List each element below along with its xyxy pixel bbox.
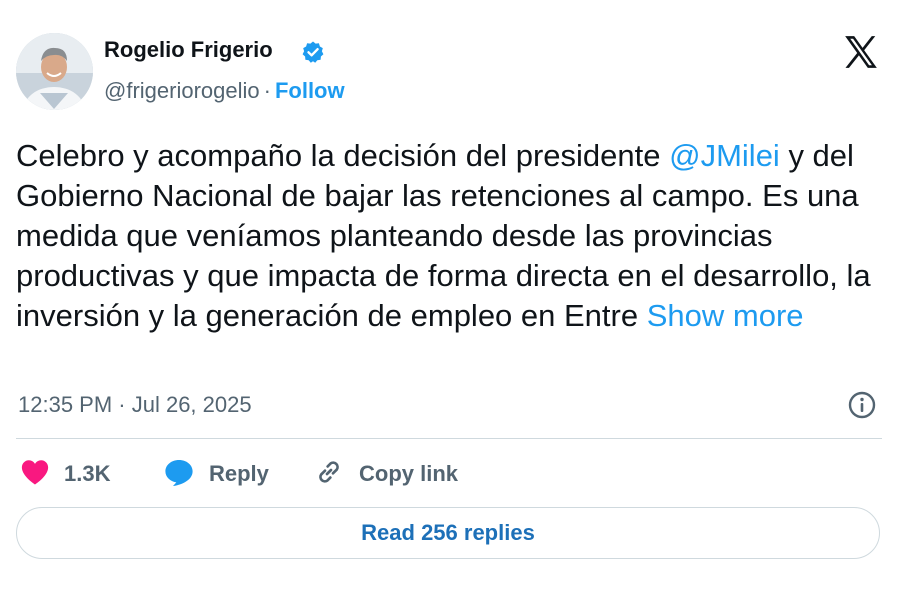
link-icon [313, 456, 345, 493]
read-replies-button[interactable]: Read 256 replies [16, 507, 880, 559]
x-logo-icon[interactable] [842, 33, 880, 71]
verified-badge-icon [301, 40, 325, 64]
divider [16, 438, 882, 439]
reply-button[interactable]: Reply [163, 456, 269, 492]
show-more-link[interactable]: Show more [647, 298, 804, 333]
like-button[interactable]: 1.3K [20, 456, 110, 492]
tweet-text-start: Celebro y acompaño la decisión del presi… [16, 138, 670, 173]
mention-link[interactable]: @JMilei [669, 138, 780, 173]
handle-separator: · [263, 78, 271, 103]
heart-icon [20, 458, 50, 491]
copy-link-button[interactable]: Copy link [313, 456, 458, 492]
like-count: 1.3K [64, 461, 111, 486]
avatar[interactable] [16, 33, 93, 110]
speech-bubble-icon [163, 457, 195, 492]
display-name[interactable]: Rogelio Frigerio [104, 37, 273, 63]
follow-button[interactable]: Follow [275, 78, 345, 103]
timestamp[interactable]: 12:35 PM · Jul 26, 2025 [18, 392, 252, 418]
info-icon[interactable] [847, 390, 877, 420]
handle[interactable]: @frigeriorogelio [104, 78, 260, 103]
reply-label: Reply [209, 461, 269, 486]
tweet-text: Celebro y acompaño la decisión del presi… [16, 136, 886, 336]
tweet-card: Rogelio Frigerio @frigeriorogelio · Follow… [0, 0, 900, 600]
handle-row: @frigeriorogelio · Follow [104, 78, 345, 104]
copy-link-label: Copy link [359, 461, 459, 486]
